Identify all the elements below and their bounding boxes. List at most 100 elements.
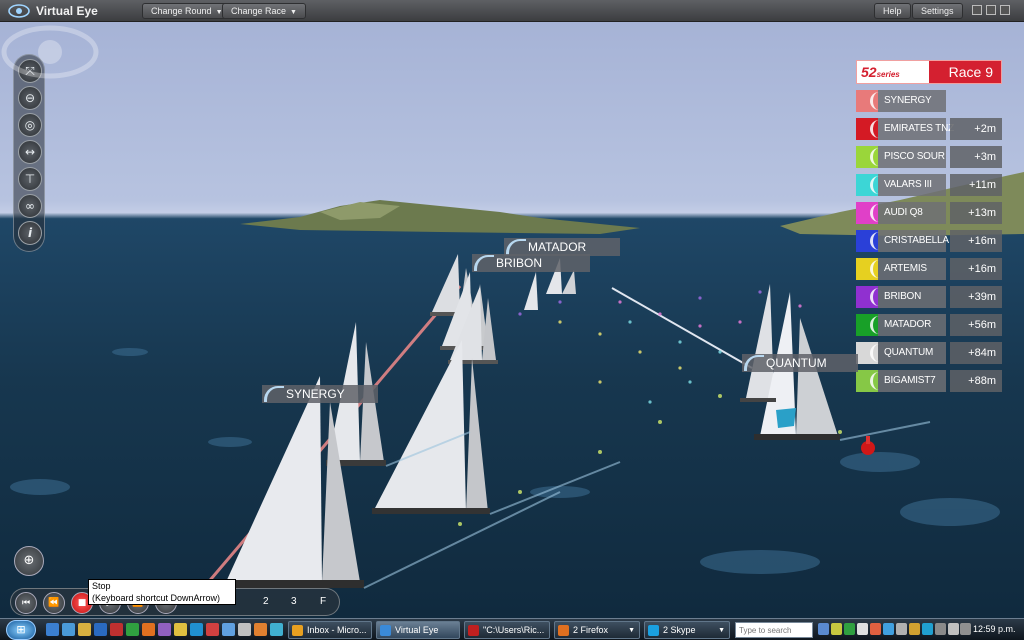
- show-desktop-icon[interactable]: [46, 623, 59, 636]
- tray-icon[interactable]: [857, 623, 868, 635]
- binoculars-icon[interactable]: ◎: [18, 113, 42, 137]
- leaderboard-row[interactable]: CRISTABELLA +16m: [856, 230, 1002, 252]
- quicklaunch-app-icon[interactable]: [158, 623, 171, 636]
- swoosh-icon: [264, 386, 284, 402]
- chevron-down-icon: ▼: [628, 627, 635, 634]
- speed-fast[interactable]: F: [320, 596, 326, 607]
- follow-boats-icon[interactable]: ∞: [18, 194, 42, 218]
- tray-icon[interactable]: [870, 623, 881, 635]
- settings-button[interactable]: Settings: [912, 3, 963, 19]
- speed-2[interactable]: 2: [263, 596, 269, 607]
- quicklaunch-app-icon[interactable]: [190, 623, 203, 636]
- stop-tooltip: Stop (Keyboard shortcut DownArrow): [88, 579, 236, 605]
- camera-top-icon[interactable]: ⊖: [18, 86, 42, 110]
- quicklaunch-app-icon[interactable]: [94, 623, 107, 636]
- title-bar: Virtual Eye Change Round ▼ Change Race ▼ H…: [0, 0, 1024, 22]
- team-name: VALARS III: [878, 174, 946, 196]
- change-race-dropdown[interactable]: Change Race ▼: [222, 3, 306, 19]
- start-button[interactable]: ⊞: [6, 620, 36, 640]
- restore-icon[interactable]: [986, 5, 996, 15]
- leaderboard-row[interactable]: AUDI Q8 +13m: [856, 202, 1002, 224]
- quicklaunch-app-icon[interactable]: [110, 623, 123, 636]
- taskbar-search-input[interactable]: [735, 622, 813, 638]
- minimize-icon[interactable]: [972, 5, 982, 15]
- tray-icon[interactable]: [896, 623, 907, 635]
- swoosh-icon: [870, 372, 884, 390]
- leaderboard-row[interactable]: BIGAMIST7 +88m: [856, 370, 1002, 392]
- course-icon[interactable]: ⊤: [18, 167, 42, 191]
- network-icon[interactable]: [935, 623, 946, 635]
- tray-icon[interactable]: [818, 623, 829, 635]
- width-arrows-icon[interactable]: ↔: [18, 140, 42, 164]
- info-icon[interactable]: i: [18, 221, 42, 245]
- leaderboard-row[interactable]: VALARS III +11m: [856, 174, 1002, 196]
- leaderboard-row[interactable]: SYNERGY: [856, 90, 1002, 112]
- leaderboard-row[interactable]: EMIRATES TNZ +2m: [856, 118, 1002, 140]
- team-gap: +84m: [950, 342, 1002, 364]
- series-word: series: [876, 70, 900, 79]
- race-3d-view[interactable]: ⤧ ⊖ ◎ ↔ ⊤ ∞ i 52series Race 9 SYNERGY EMI…: [0, 22, 1024, 618]
- task-inbox[interactable]: Inbox - Micro...: [288, 621, 372, 639]
- folder-icon[interactable]: [78, 623, 91, 636]
- camera-toolbar: ⤧ ⊖ ◎ ↔ ⊤ ∞ i: [13, 54, 45, 252]
- leaderboard-row[interactable]: MATADOR +56m: [856, 314, 1002, 336]
- volume-icon[interactable]: [948, 623, 959, 635]
- team-name: AUDI Q8: [878, 202, 946, 224]
- change-round-dropdown[interactable]: Change Round ▼: [142, 3, 232, 19]
- quicklaunch-app-icon[interactable]: [126, 623, 139, 636]
- boat-label-text: QUANTUM: [766, 356, 827, 370]
- task-firefox[interactable]: 2 Firefox ▼: [554, 621, 640, 639]
- swoosh-icon: [870, 232, 884, 250]
- quicklaunch-app-icon[interactable]: [270, 623, 283, 636]
- quicklaunch-app-icon[interactable]: [238, 623, 251, 636]
- skip-to-start-icon[interactable]: ⏮: [15, 592, 37, 614]
- speed-3[interactable]: 3: [291, 596, 297, 607]
- task-label: 2 Skype: [663, 625, 696, 635]
- leaderboard-row[interactable]: QUANTUM +84m: [856, 342, 1002, 364]
- team-gap: +16m: [950, 258, 1002, 280]
- leaderboard-row[interactable]: ARTEMIS +16m: [856, 258, 1002, 280]
- swoosh-icon: [870, 344, 884, 362]
- quicklaunch-app-icon[interactable]: [174, 623, 187, 636]
- race-title: Race 9: [948, 64, 993, 80]
- tray-icon[interactable]: [844, 623, 855, 635]
- tray-icon[interactable]: [909, 623, 920, 635]
- task-skype[interactable]: 2 Skype ▼: [644, 621, 730, 639]
- team-gap: +56m: [950, 314, 1002, 336]
- task-explorer[interactable]: "C:\Users\Ric...: [464, 621, 550, 639]
- boat-label-quantum[interactable]: QUANTUM: [742, 354, 858, 372]
- team-name: BRIBON: [878, 286, 946, 308]
- team-gap: +11m: [950, 174, 1002, 196]
- swoosh-icon: [506, 239, 526, 255]
- quicklaunch-app-icon[interactable]: [222, 623, 235, 636]
- task-label: "C:\Users\Ric...: [483, 625, 545, 635]
- help-button[interactable]: Help: [874, 3, 911, 19]
- boat-label-synergy[interactable]: SYNERGY: [262, 385, 378, 403]
- team-name: SYNERGY: [878, 90, 946, 112]
- tray-icon[interactable]: [831, 623, 842, 635]
- internet-explorer-icon[interactable]: [62, 623, 75, 636]
- zoom-icon[interactable]: ⊕: [14, 546, 44, 576]
- swoosh-icon: [744, 355, 764, 371]
- swoosh-icon: [870, 176, 884, 194]
- virtual-eye-logo-icon: [8, 4, 30, 18]
- leaderboard-row[interactable]: PISCO SOUR +3m: [856, 146, 1002, 168]
- team-name: EMIRATES TNZ: [878, 118, 954, 140]
- quicklaunch-app-icon[interactable]: [206, 623, 219, 636]
- swoosh-icon: [870, 316, 884, 334]
- team-gap: +88m: [950, 370, 1002, 392]
- quicklaunch-app-icon[interactable]: [254, 623, 267, 636]
- firefox-icon[interactable]: [142, 623, 155, 636]
- swoosh-icon: [870, 92, 884, 110]
- task-virtual-eye[interactable]: Virtual Eye: [376, 621, 460, 639]
- boat-label-bribon[interactable]: BRIBON: [472, 254, 590, 272]
- rewind-icon[interactable]: ⏪: [43, 592, 65, 614]
- tray-icon[interactable]: [960, 623, 971, 635]
- leaderboard-row[interactable]: BRIBON +39m: [856, 286, 1002, 308]
- close-icon[interactable]: [1000, 5, 1010, 15]
- tray-icon[interactable]: [883, 623, 894, 635]
- task-label: 2 Firefox: [573, 625, 609, 635]
- taskbar-clock[interactable]: 12:59 p.m.: [973, 624, 1016, 634]
- tooltip-title: Stop: [92, 581, 111, 591]
- tray-icon[interactable]: [922, 623, 933, 635]
